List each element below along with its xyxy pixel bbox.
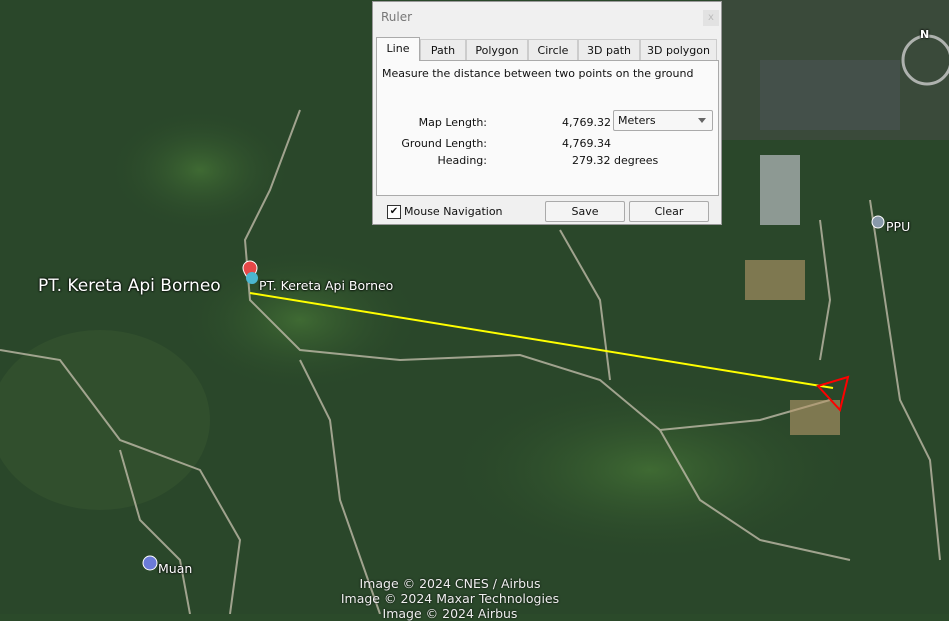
chevron-down-icon [698, 118, 706, 123]
image-credit: Image © 2024 CNES / Airbus [359, 576, 541, 591]
ruler-dialog: Ruler x Line Path Polygon Circle 3D path… [372, 1, 722, 225]
muan-pin-icon[interactable] [142, 555, 158, 571]
tab-polygon[interactable]: Polygon [466, 39, 528, 60]
description: Measure the distance between two points … [382, 67, 694, 80]
ppu-pin-icon[interactable] [871, 215, 885, 229]
unit-value: Meters [618, 114, 656, 127]
line-panel: Measure the distance between two points … [376, 60, 719, 196]
mouse-navigation-checkbox[interactable]: ✔ [387, 205, 401, 219]
place-label-pin[interactable]: PT. Kereta Api Borneo [259, 278, 393, 293]
compass-north-label: N [920, 28, 930, 41]
place-label-ppu[interactable]: PPU [886, 219, 910, 234]
place-label-muan[interactable]: Muan [158, 561, 192, 576]
unit-select[interactable]: Meters [613, 110, 713, 131]
mouse-navigation-label[interactable]: Mouse Navigation [404, 205, 503, 218]
close-button[interactable]: x [703, 10, 719, 26]
image-credit: Image © 2024 Maxar Technologies [340, 591, 560, 606]
tab-line[interactable]: Line [376, 37, 420, 61]
heading-value: 279.32 degrees [572, 154, 659, 167]
place-label-large[interactable]: PT. Kereta Api Borneo [38, 276, 221, 296]
map-length-value: 4,769.32 [562, 116, 611, 129]
tab-3d-polygon[interactable]: 3D polygon [640, 39, 717, 60]
heading-label: Heading: [437, 154, 487, 167]
clear-button[interactable]: Clear [629, 201, 709, 222]
map-length-label: Map Length: [418, 116, 487, 129]
tab-3d-path[interactable]: 3D path [578, 39, 640, 60]
tab-circle[interactable]: Circle [528, 39, 578, 60]
dialog-title: Ruler [381, 10, 413, 24]
ground-length-value: 4,769.34 [562, 137, 611, 150]
save-button[interactable]: Save [545, 201, 625, 222]
tab-path[interactable]: Path [420, 39, 466, 60]
ground-length-label: Ground Length: [401, 137, 487, 150]
